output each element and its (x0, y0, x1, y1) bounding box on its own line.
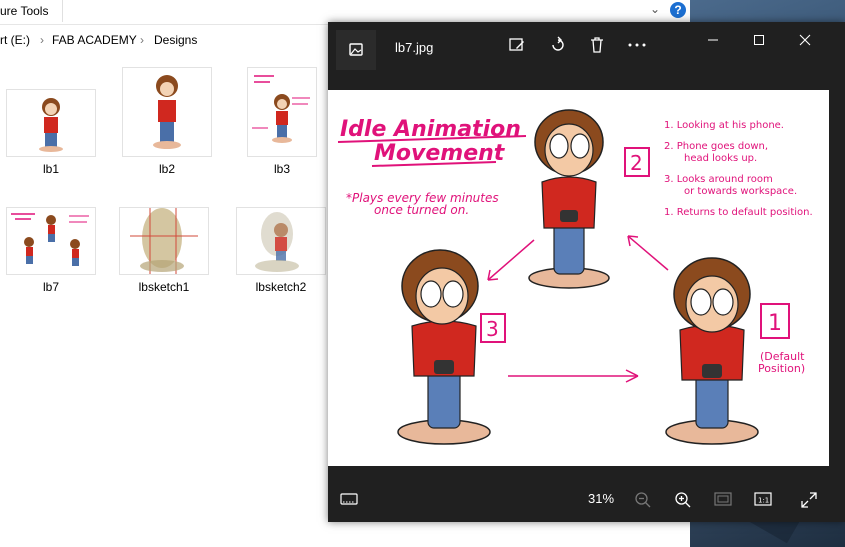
zoom-out-icon[interactable] (634, 491, 652, 512)
thumbnail (123, 68, 211, 156)
default-label-line2: Position) (758, 362, 805, 375)
ribbon-tab-picture-tools[interactable]: ure Tools (0, 4, 48, 18)
minimize-button[interactable] (698, 30, 728, 52)
arrow-2-to-3 (487, 239, 535, 281)
pose-number-1: 1 (768, 311, 782, 336)
image-canvas[interactable]: Idle Animation Movement *Plays every few… (328, 90, 829, 466)
character-pose-3 (397, 249, 491, 445)
file-name: lb1 (42, 162, 59, 176)
breadcrumb-separator: › (40, 33, 44, 47)
arrow-1-to-2 (627, 235, 669, 271)
step-2-cont: head looks up. (684, 153, 757, 164)
file-name: lb7 (42, 280, 59, 294)
step-3: 3. Looks around room (664, 174, 773, 185)
file-item-lbsketch2[interactable]: lbsketch2 (237, 208, 325, 294)
chevron-down-icon[interactable]: ⌄ (650, 2, 660, 16)
arrow-3-to-1 (508, 369, 639, 383)
step-4: 1. Returns to default position. (664, 207, 813, 218)
file-item-lb3[interactable]: lb3 (238, 68, 326, 176)
maximize-button[interactable] (744, 30, 774, 52)
file-list: lb1 lb2 lb3 lb7 lbsketch1 lbsketch2 (0, 52, 330, 547)
viewer-bottom-bar: 31% 1:1 (328, 482, 845, 522)
file-name: lb3 (273, 162, 290, 176)
ribbon-divider (62, 0, 63, 22)
breadcrumb-drive[interactable]: rt (E:) (0, 33, 30, 47)
file-item-lbsketch1[interactable]: lbsketch1 (120, 208, 208, 294)
edit-icon[interactable] (506, 36, 528, 58)
idle-animation-artwork: Idle Animation Movement *Plays every few… (337, 109, 813, 445)
filmstrip-icon[interactable] (340, 491, 358, 510)
character-pose-1 (665, 257, 759, 445)
zoom-level: 31% (588, 491, 615, 506)
delete-icon[interactable] (586, 36, 608, 58)
actual-size-icon[interactable]: 1:1 (754, 491, 772, 510)
full-screen-icon[interactable] (800, 491, 818, 512)
thumbnail (120, 208, 208, 274)
file-item-lb1[interactable]: lb1 (7, 90, 95, 176)
thumbnail (7, 90, 95, 156)
character-pose-2 (528, 109, 610, 289)
rotate-icon[interactable] (547, 36, 569, 58)
file-name: lbsketch1 (138, 280, 190, 294)
file-item-lb2[interactable]: lb2 (123, 68, 211, 176)
help-icon[interactable]: ? (670, 2, 686, 18)
pose-number-3: 3 (486, 317, 499, 341)
thumbnail (237, 208, 325, 274)
breadcrumb-designs[interactable]: Designs (154, 33, 197, 47)
breadcrumb-separator: › (140, 33, 144, 47)
more-icon[interactable] (626, 36, 648, 58)
viewer-titlebar: lb7.jpg (328, 22, 845, 72)
close-button[interactable] (790, 30, 820, 52)
pose-number-2: 2 (630, 151, 643, 175)
step-1: 1. Looking at his phone. (664, 120, 784, 131)
step-2: 2. Phone goes down, (664, 141, 768, 152)
thumbnail (248, 68, 316, 156)
step-3-cont: or towards workspace. (684, 186, 797, 197)
breadcrumb-fab-academy[interactable]: FAB ACADEMY (52, 33, 137, 47)
fit-to-window-icon[interactable] (714, 491, 732, 510)
breadcrumb: rt (E:) › FAB ACADEMY › Designs (0, 30, 330, 50)
artwork-note-line2: once turned on. (374, 203, 469, 217)
file-item-lb7[interactable]: lb7 (7, 208, 95, 294)
zoom-in-icon[interactable] (674, 491, 692, 512)
file-title: lb7.jpg (395, 40, 434, 55)
file-name: lbsketch2 (255, 280, 307, 294)
thumbnail (7, 208, 95, 274)
photo-viewer-window: lb7.jpg Idle Animation Movement *Plays e… (328, 22, 845, 522)
photos-app-icon[interactable] (336, 30, 376, 70)
svg-text:1:1: 1:1 (758, 497, 769, 505)
file-name: lb2 (158, 162, 175, 176)
